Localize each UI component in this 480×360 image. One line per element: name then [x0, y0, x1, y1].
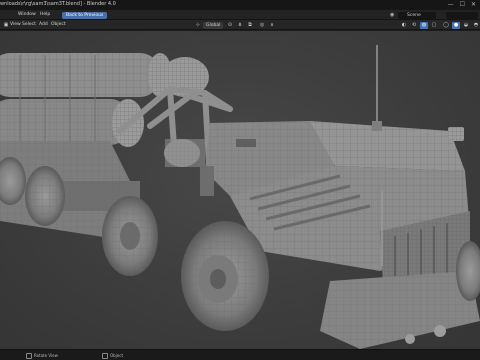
window-title: wnloads\r\rg\sam3\sam3T.blend] - Blender…: [0, 1, 116, 7]
status-bar: Rotate View Object: [0, 349, 480, 360]
mouse-icon: [102, 352, 108, 359]
title-bar: wnloads\r\rg\sam3\sam3T.blend] - Blender…: [0, 0, 480, 10]
window-controls: — ☐ ✕: [448, 1, 476, 8]
status-right-label: Object: [110, 353, 124, 358]
header-select[interactable]: Select: [22, 22, 36, 27]
overlay-icon[interactable]: ◍: [420, 21, 428, 29]
visibility-icon[interactable]: ◐: [400, 22, 408, 29]
xray-icon[interactable]: ▢: [430, 22, 438, 29]
proportional-edit-icon[interactable]: ◎: [258, 22, 266, 29]
view-layer-selector[interactable]: [446, 11, 478, 19]
3d-viewport[interactable]: [0, 31, 480, 349]
header-object[interactable]: Object: [51, 22, 66, 27]
shading-material-icon[interactable]: ◒: [462, 22, 470, 29]
winch-drum: [164, 139, 205, 167]
truck-model-render: [0, 45, 480, 349]
top-menu-bar: Window Help Back to Previous ◉ Scene: [0, 10, 480, 20]
transform-orientation-dropdown[interactable]: Global: [203, 21, 224, 29]
viewport-header: ▣ View Select Add Object ⊹ Global ⊙ ⋔ ⧉ …: [0, 20, 480, 30]
snap-options-icon[interactable]: ⧉: [246, 22, 254, 29]
maximize-button[interactable]: ☐: [460, 1, 465, 8]
status-left-label: Rotate View: [34, 353, 58, 358]
header-view[interactable]: View: [10, 22, 21, 27]
scene-icon: ◉: [390, 12, 395, 18]
falloff-icon[interactable]: ∧: [268, 22, 276, 29]
launch-tubes: [0, 53, 209, 147]
shading-solid-icon[interactable]: ●: [452, 21, 460, 29]
pivot-icon[interactable]: ⊙: [226, 22, 234, 29]
close-button[interactable]: ✕: [471, 1, 476, 8]
scene-selector[interactable]: Scene: [398, 11, 436, 19]
snap-icon[interactable]: ⋔: [236, 22, 244, 29]
shading-wireframe-icon[interactable]: ◯: [442, 22, 450, 29]
orientation-icon: ⊹: [195, 21, 201, 28]
editor-type-icon[interactable]: ▣: [2, 22, 10, 29]
shading-rendered-icon[interactable]: ◓: [472, 22, 480, 29]
menu-help[interactable]: Help: [40, 12, 50, 17]
menu-window[interactable]: Window: [18, 12, 36, 17]
mouse-icon: [26, 352, 32, 359]
minimize-button[interactable]: —: [448, 1, 454, 8]
gizmo-icon[interactable]: ⟲: [410, 22, 418, 29]
back-to-previous-button[interactable]: Back to Previous: [62, 11, 108, 19]
header-add[interactable]: Add: [39, 22, 48, 27]
